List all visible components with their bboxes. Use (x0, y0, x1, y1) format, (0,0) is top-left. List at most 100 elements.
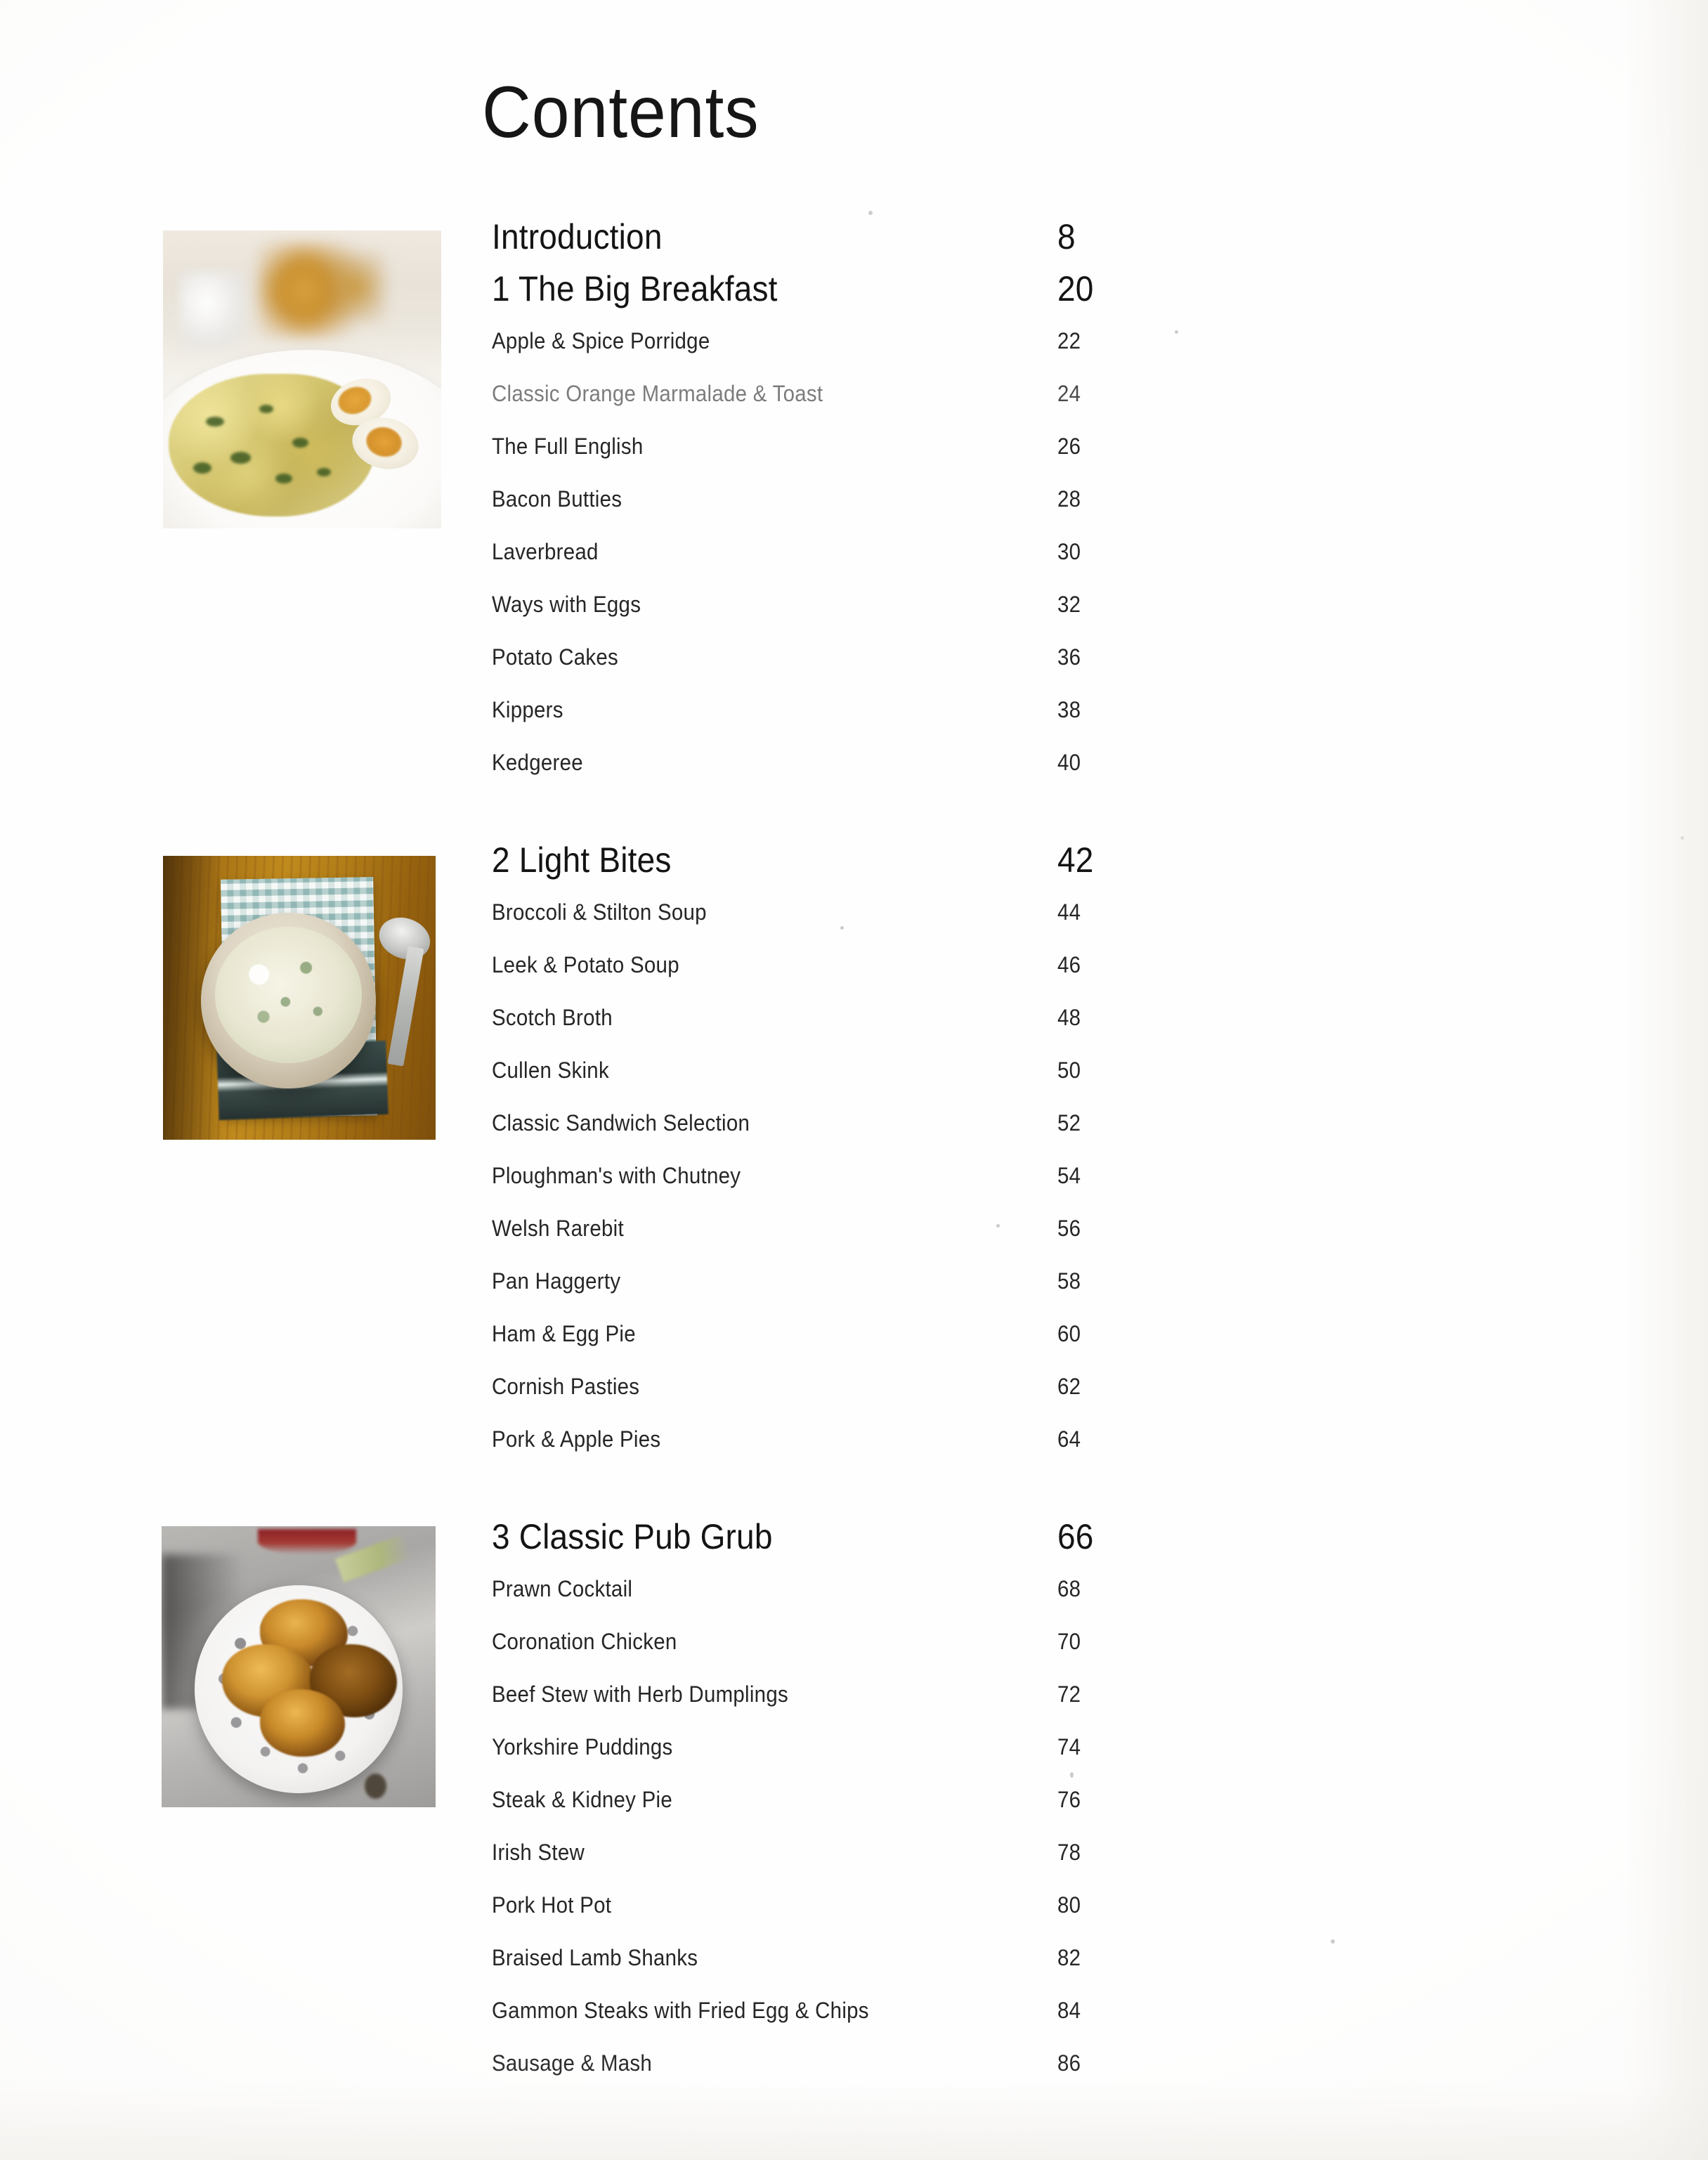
toc-chapter-heading-2[interactable]: 2 Light Bites 42 (492, 834, 1237, 886)
toc-item-label: Sausage & Mash (492, 2050, 653, 2076)
scan-speck (1331, 1939, 1335, 1944)
scan-speck (840, 926, 844, 930)
page-title: Contents (482, 72, 760, 153)
chapter-title: 2 Light Bites (492, 840, 672, 880)
toc-item-label: Kedgeree (492, 750, 583, 775)
toc-item[interactable]: Broccoli & Stilton Soup 44 (492, 886, 1237, 939)
toc-item-label: Classic Sandwich Selection (492, 1110, 750, 1136)
chapter-1-photo (163, 230, 441, 528)
toc-item-page: 44 (1057, 899, 1081, 925)
toc-item[interactable]: Kedgeree 40 (492, 736, 1237, 789)
toc-item[interactable]: Ways with Eggs 32 (492, 578, 1237, 631)
toc-entry-label: Introduction (492, 217, 663, 256)
chapter-title: 3 Classic Pub Grub (492, 1517, 773, 1556)
toc-item-page: 28 (1057, 486, 1081, 512)
toc-item-page: 74 (1057, 1734, 1081, 1759)
toc-item-label: Ham & Egg Pie (492, 1321, 636, 1346)
toc-item-page: 38 (1057, 697, 1081, 722)
chapter-page: 66 (1057, 1517, 1094, 1556)
toc-item-label: Gammon Steaks with Fried Egg & Chips (492, 1998, 869, 2023)
toc-item-page: 30 (1057, 539, 1081, 564)
toc-item[interactable]: Classic Orange Marmalade & Toast 24 (492, 367, 1237, 420)
herb-fleck (193, 462, 212, 474)
toc-item-label: Laverbread (492, 539, 599, 564)
toc-item[interactable]: Cornish Pasties 62 (492, 1360, 1237, 1413)
toc-item[interactable]: Potato Cakes 36 (492, 631, 1237, 684)
herb-fleck (316, 467, 332, 477)
toc-item-label: Pan Haggerty (492, 1268, 621, 1294)
toc-item-page: 84 (1057, 1998, 1081, 2023)
toc-item-page: 22 (1057, 328, 1081, 353)
toc-item-page: 70 (1057, 1629, 1081, 1654)
toc-item[interactable]: Apple & Spice Porridge 22 (492, 315, 1237, 367)
herb-fleck (205, 416, 224, 427)
toc-item-label: Ways with Eggs (492, 592, 641, 617)
toc-item[interactable]: Braised Lamb Shanks 82 (492, 1932, 1237, 1984)
scan-speck (1070, 1772, 1074, 1778)
toc-section-3: 3 Classic Pub Grub 66 Prawn Cocktail 68 … (492, 1511, 1237, 2090)
toc-item[interactable]: Irish Stew 78 (492, 1826, 1237, 1879)
toc-item[interactable]: Scotch Broth 48 (492, 991, 1237, 1044)
yorkshire-pudding (260, 1689, 346, 1757)
chapter-3-photo (162, 1526, 436, 1807)
toc-item[interactable]: Gammon Steaks with Fried Egg & Chips 84 (492, 1984, 1237, 2037)
toc-item-page: 54 (1057, 1163, 1081, 1188)
toc-item-page: 78 (1057, 1840, 1081, 1865)
toc-chapter-heading-1[interactable]: 1 The Big Breakfast 20 (492, 263, 1237, 315)
dark-speck (364, 1774, 386, 1799)
blurred-cup (179, 272, 247, 350)
toc-item[interactable]: Yorkshire Puddings 74 (492, 1721, 1237, 1774)
toc-item-label: Steak & Kidney Pie (492, 1787, 672, 1812)
toc-item-label: Beef Stew with Herb Dumplings (492, 1681, 788, 1707)
toc-entry-page: 8 (1057, 217, 1076, 256)
toc-item-page: 72 (1057, 1681, 1081, 1707)
toc-item[interactable]: Sausage & Mash 86 (492, 2037, 1237, 2090)
toc-item-label: Ploughman's with Chutney (492, 1163, 741, 1188)
toc-item-label: Potato Cakes (492, 644, 619, 670)
scan-speck (996, 1224, 1000, 1228)
red-rimmed-dish (257, 1529, 356, 1554)
toc-item[interactable]: Classic Sandwich Selection 52 (492, 1097, 1237, 1150)
toc-item[interactable]: Laverbread 30 (492, 526, 1237, 578)
scan-speck (868, 211, 873, 215)
toc-item-label: Classic Orange Marmalade & Toast (492, 381, 823, 406)
toc-item[interactable]: Prawn Cocktail 68 (492, 1563, 1237, 1615)
soup-surface (214, 927, 363, 1063)
toc-item[interactable]: Ham & Egg Pie 60 (492, 1308, 1237, 1360)
toc-item-label: Braised Lamb Shanks (492, 1945, 698, 1970)
herb-fleck (259, 405, 274, 414)
toc-item-label: Broccoli & Stilton Soup (492, 899, 707, 925)
toc-item-page: 86 (1057, 2050, 1081, 2076)
toc-entry-introduction[interactable]: Introduction 8 (492, 211, 1237, 263)
chapter-page: 42 (1057, 840, 1094, 880)
toc-item-label: Irish Stew (492, 1840, 585, 1865)
toc-item[interactable]: Bacon Butties 28 (492, 473, 1237, 526)
toc-item-page: 32 (1057, 592, 1081, 617)
toc-item-page: 56 (1057, 1216, 1081, 1241)
toc-item-label: The Full English (492, 434, 644, 459)
table-of-contents: Introduction 8 1 The Big Breakfast 20 Ap… (492, 211, 1237, 2090)
toc-item-page: 58 (1057, 1268, 1081, 1294)
toc-item-page: 68 (1057, 1576, 1081, 1601)
toc-item[interactable]: Coronation Chicken 70 (492, 1615, 1237, 1668)
toc-item[interactable]: Cullen Skink 50 (492, 1044, 1237, 1097)
toc-item-page: 80 (1057, 1892, 1081, 1918)
toc-item-page: 76 (1057, 1787, 1081, 1812)
toc-item[interactable]: The Full English 26 (492, 420, 1237, 473)
toc-item[interactable]: Leek & Potato Soup 46 (492, 939, 1237, 991)
toc-item[interactable]: Pork Hot Pot 80 (492, 1879, 1237, 1932)
toc-chapter-heading-3[interactable]: 3 Classic Pub Grub 66 (492, 1511, 1237, 1563)
toc-item[interactable]: Beef Stew with Herb Dumplings 72 (492, 1668, 1237, 1721)
toc-item-label: Welsh Rarebit (492, 1216, 624, 1241)
toc-item[interactable]: Pan Haggerty 58 (492, 1255, 1237, 1308)
toc-item[interactable]: Kippers 38 (492, 684, 1237, 736)
toc-item[interactable]: Steak & Kidney Pie 76 (492, 1774, 1237, 1826)
toc-section-2: 2 Light Bites 42 Broccoli & Stilton Soup… (492, 834, 1237, 1466)
toc-item[interactable]: Welsh Rarebit 56 (492, 1202, 1237, 1255)
toc-item-label: Cornish Pasties (492, 1374, 640, 1399)
toc-item-page: 62 (1057, 1374, 1081, 1399)
toc-item[interactable]: Pork & Apple Pies 64 (492, 1413, 1237, 1466)
toc-item[interactable]: Ploughman's with Chutney 54 (492, 1150, 1237, 1202)
